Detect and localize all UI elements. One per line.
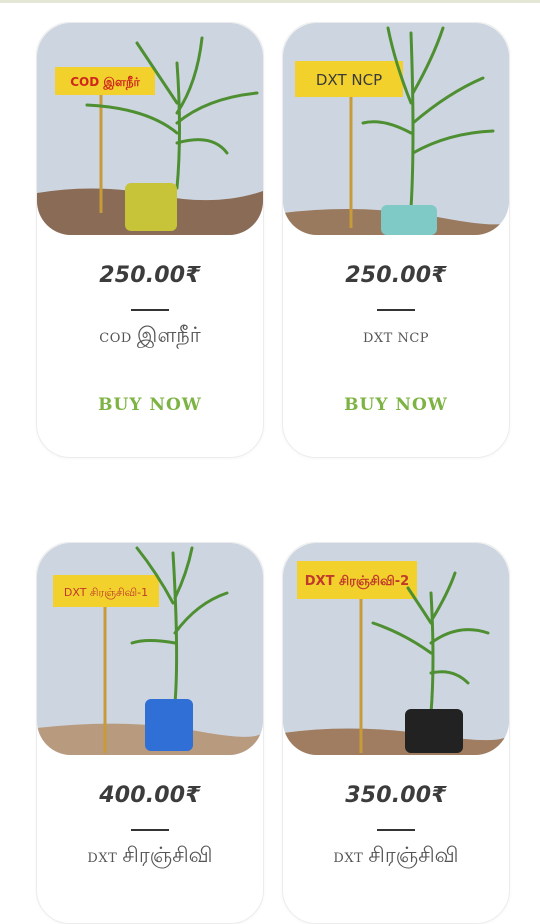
price-divider <box>377 829 415 831</box>
price-divider <box>131 829 169 831</box>
product-image[interactable]: DXT NCP <box>283 23 509 235</box>
product-price: 250.00₹ <box>345 263 447 288</box>
sign-label: COD இளநீர் <box>70 75 140 90</box>
product-price: 350.00₹ <box>345 783 447 808</box>
price-divider <box>377 309 415 311</box>
product-card[interactable]: DXT சிரஞ்சிவி-1 400.00₹ DXT சிரஞ்சிவி <box>36 542 264 924</box>
product-name[interactable]: COD இளநீர் <box>37 323 263 350</box>
grow-bag <box>381 205 437 235</box>
sign-label: DXT சிரஞ்சிவி-2 <box>305 574 409 589</box>
grow-bag <box>145 699 193 751</box>
grow-bag <box>405 709 463 753</box>
product-price: 250.00₹ <box>99 263 201 288</box>
buy-now-button[interactable]: BUY NOW <box>37 395 263 415</box>
sign-label: DXT சிரஞ்சிவி-1 <box>64 586 148 599</box>
product-card[interactable]: DXT NCP 250.00₹ DXT NCP BUY NOW <box>282 22 510 458</box>
product-image[interactable]: DXT சிரஞ்சிவி-2 <box>283 543 509 755</box>
product-name-tamil: இளநீர் <box>136 323 201 347</box>
sign-label: DXT NCP <box>316 71 382 89</box>
product-name-tamil: சிரஞ்சிவி <box>122 843 213 867</box>
product-name[interactable]: DXT சிரஞ்சிவி <box>37 843 263 870</box>
product-name-latin: DXT <box>333 851 364 866</box>
buy-now-button[interactable]: BUY NOW <box>283 395 509 415</box>
product-card[interactable]: DXT சிரஞ்சிவி-2 350.00₹ DXT சிரஞ்சிவி <box>282 542 510 924</box>
grow-bag <box>125 183 177 231</box>
product-name-latin: DXT NCP <box>362 331 430 346</box>
product-name-tamil: சிரஞ்சிவி <box>368 843 459 867</box>
product-name-latin: DXT <box>87 851 118 866</box>
product-name[interactable]: DXT சிரஞ்சிவி <box>283 843 509 870</box>
product-image[interactable]: DXT சிரஞ்சிவி-1 <box>37 543 263 755</box>
product-price: 400.00₹ <box>99 783 201 808</box>
top-divider-line <box>0 0 540 3</box>
product-image[interactable]: COD இளநீர் <box>37 23 263 235</box>
product-card[interactable]: COD இளநீர் 250.00₹ COD இளநீர் BUY NOW <box>36 22 264 458</box>
price-divider <box>131 309 169 311</box>
product-name-latin: COD <box>99 331 132 346</box>
product-name[interactable]: DXT NCP <box>283 323 509 347</box>
